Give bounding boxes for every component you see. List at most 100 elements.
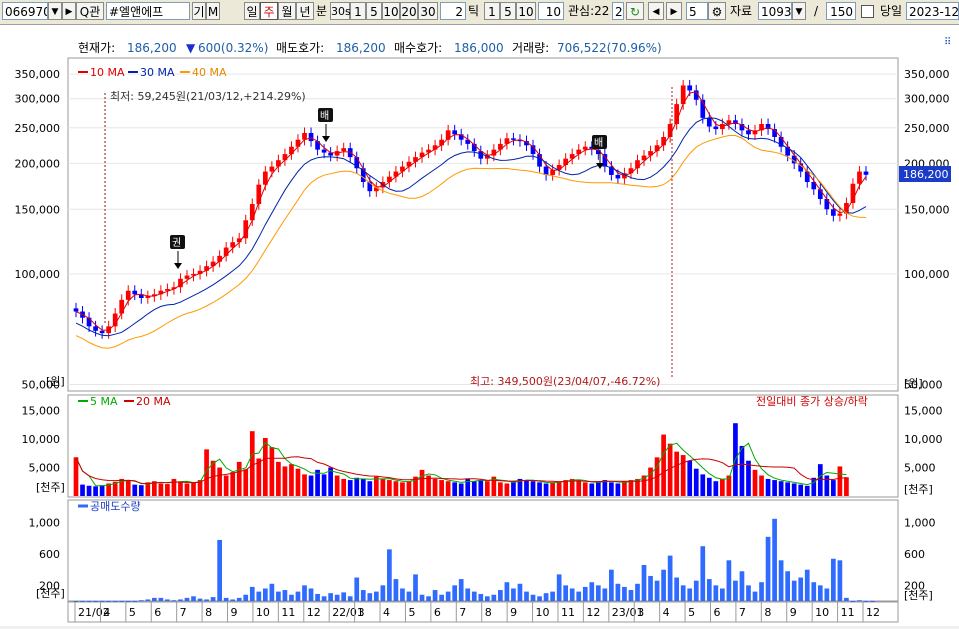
settings-gear-icon[interactable]: ⚙ xyxy=(708,2,726,20)
short-bar xyxy=(798,577,804,601)
step-input[interactable]: 5 xyxy=(686,2,708,20)
search-icon: Q xyxy=(79,5,90,19)
short-bar xyxy=(419,594,425,601)
period-year[interactable]: 년 xyxy=(296,2,314,20)
play-arrow-icon[interactable]: ▶ xyxy=(62,2,76,20)
panel-options-icon[interactable]: ⠿ xyxy=(944,37,951,48)
minute-30[interactable]: 30 xyxy=(418,2,438,20)
stock-name-input[interactable]: #엘앤에프 xyxy=(106,2,190,20)
dropdown-arrow-icon[interactable]: ▼ xyxy=(48,2,62,20)
candle-body xyxy=(831,209,836,216)
date-input[interactable]: 2023-12- xyxy=(906,2,959,20)
volume-bar xyxy=(831,480,836,496)
x-axis-frame xyxy=(67,601,899,623)
volume-bar xyxy=(445,481,451,496)
period-day[interactable]: 일 xyxy=(244,2,260,20)
volume-bar xyxy=(595,481,601,496)
volume-unit-right: [천주] xyxy=(904,482,933,496)
tick-input[interactable]: 2 xyxy=(440,2,466,20)
short-bar xyxy=(817,585,823,601)
legend-short: 공매도수량 xyxy=(90,500,141,513)
refresh-icon[interactable]: ↻ xyxy=(626,2,644,20)
volume-bar xyxy=(824,475,830,496)
x-axis-label: 12 xyxy=(307,606,321,619)
x-axis-label: 10 xyxy=(536,606,550,619)
short-bar xyxy=(471,591,477,601)
minute-5[interactable]: 5 xyxy=(366,2,382,20)
short-bar xyxy=(589,582,595,601)
candle-body xyxy=(713,126,719,130)
candle-body xyxy=(543,166,549,175)
short-bar xyxy=(236,597,242,601)
m-button[interactable]: M xyxy=(206,2,220,20)
volume-bar xyxy=(674,451,680,496)
volume-bar xyxy=(720,478,725,496)
gi-button[interactable]: 기 xyxy=(192,2,206,20)
short-bar xyxy=(458,579,464,601)
ask-label: 매도호가: xyxy=(276,41,324,55)
minute-10[interactable]: 10 xyxy=(382,2,400,20)
volume-bar xyxy=(432,478,438,496)
x-axis-label: 8 xyxy=(485,606,492,619)
data-count-input[interactable]: 1093 xyxy=(758,2,792,20)
next-arrow-icon[interactable]: ▶ xyxy=(666,2,682,20)
short-bar xyxy=(582,586,588,601)
short-bar xyxy=(759,582,764,601)
stock-chart[interactable]: ⠿ 현재가: 186,200 ▼ 600(0.32%) 매도호가: 186,20… xyxy=(0,25,959,626)
short-bar xyxy=(844,597,849,601)
period-week[interactable]: 주 xyxy=(260,2,278,20)
short-bar xyxy=(223,597,229,601)
short-bar xyxy=(178,599,183,601)
legend-ma30: 30 MA xyxy=(140,66,175,79)
sameday-checkbox[interactable] xyxy=(861,5,874,18)
candle-body xyxy=(282,154,288,161)
price-value: 186,200 xyxy=(127,41,177,55)
volume-bar xyxy=(295,468,301,496)
x-axis-label: 4 xyxy=(663,606,670,619)
minute-20[interactable]: 20 xyxy=(400,2,418,20)
x-axis-label: 6 xyxy=(154,606,161,619)
short-bar xyxy=(125,601,131,602)
candle-body xyxy=(302,132,307,140)
chart-area[interactable]: ⠿ 현재가: 186,200 ▼ 600(0.32%) 매도호가: 186,20… xyxy=(0,25,959,626)
short-bar xyxy=(530,594,536,601)
short-bar xyxy=(276,591,281,601)
price-tick-left: 250,000 xyxy=(15,122,61,135)
volume-bar xyxy=(262,437,268,496)
short-bar xyxy=(824,588,830,601)
period-month[interactable]: 월 xyxy=(278,2,296,20)
minute-30s[interactable]: 30s xyxy=(330,2,351,20)
short-bar xyxy=(373,591,379,601)
short-bar xyxy=(262,588,268,601)
stock-code-input[interactable]: 066970 xyxy=(2,2,48,20)
page-total-input[interactable]: 150 xyxy=(826,2,856,20)
search-button[interactable]: Q관 xyxy=(76,2,104,20)
data-dropdown-icon[interactable]: ▼ xyxy=(792,2,806,20)
volume-bar xyxy=(243,469,249,496)
x-axis-label: 10 xyxy=(815,606,829,619)
short-bar xyxy=(230,599,236,601)
short-bar xyxy=(289,594,294,601)
tick-1[interactable]: 1 xyxy=(484,2,500,20)
change-down-arrow: ▼ xyxy=(186,41,196,55)
count-input[interactable]: 10 xyxy=(538,2,564,20)
short-bar xyxy=(217,539,222,601)
short-bar xyxy=(674,577,680,601)
minute-1[interactable]: 1 xyxy=(350,2,366,20)
candle-body xyxy=(93,326,98,331)
tick-5[interactable]: 5 xyxy=(500,2,516,20)
short-bar xyxy=(622,586,627,601)
short-bar xyxy=(112,601,118,602)
candle-body xyxy=(537,154,542,167)
change-value: 600(0.32%) xyxy=(198,41,268,55)
legend-vol-ma5: 5 MA xyxy=(90,395,118,408)
prev-arrow-icon[interactable]: ◀ xyxy=(648,2,664,20)
volume-bar xyxy=(772,480,777,496)
volume-bar xyxy=(687,460,693,496)
interest-input[interactable]: 2 xyxy=(612,2,624,20)
candle-body xyxy=(706,117,712,127)
short-tick-right: 1,000 xyxy=(904,517,936,530)
candle-body xyxy=(726,120,732,125)
tick-10[interactable]: 10 xyxy=(516,2,536,20)
volume-bar xyxy=(86,485,92,496)
